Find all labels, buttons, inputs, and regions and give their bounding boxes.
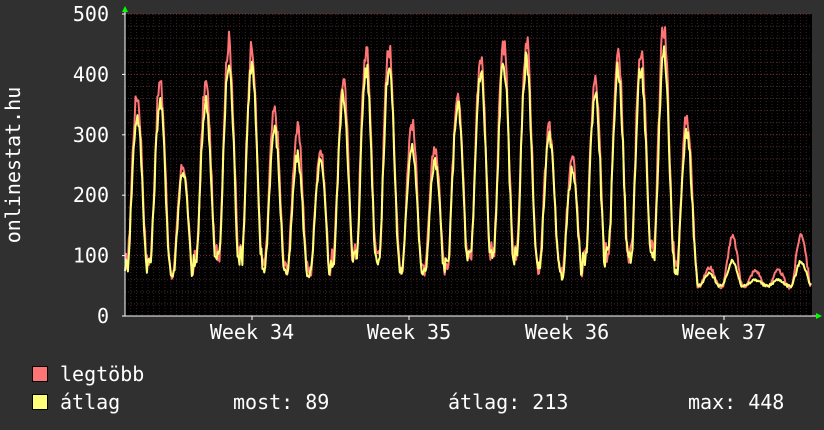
y-tick-label: 400	[73, 62, 109, 86]
stat-most: most: 89	[233, 390, 330, 414]
y-tick-label: 200	[73, 183, 109, 207]
x-tick-label: Week 37	[682, 320, 766, 344]
legend-item-atlag: átlag	[32, 390, 120, 414]
x-tick-label: Week 35	[367, 320, 451, 344]
y-axis-arrow	[122, 6, 128, 12]
x-axis-arrow	[816, 313, 822, 319]
y-tick-label: 500	[73, 2, 109, 26]
y-tick-label: 0	[97, 304, 109, 328]
y-axis-label: onlinestat.hu	[1, 86, 25, 244]
x-tick-label: Week 36	[525, 320, 609, 344]
stat-max: max: 448	[688, 390, 785, 414]
legend-label-atlag: átlag	[60, 390, 121, 414]
y-tick-label: 100	[73, 244, 109, 268]
legend-item-legtobb: legtöbb	[32, 362, 144, 386]
x-tick-label: Week 34	[210, 320, 294, 344]
legend-swatch-legtobb	[32, 366, 48, 382]
legend-swatch-atlag	[32, 394, 48, 410]
legend-label-legtobb: legtöbb	[60, 362, 145, 386]
stat-atlag: átlag: 213	[448, 390, 569, 414]
y-tick-label: 300	[73, 123, 109, 147]
